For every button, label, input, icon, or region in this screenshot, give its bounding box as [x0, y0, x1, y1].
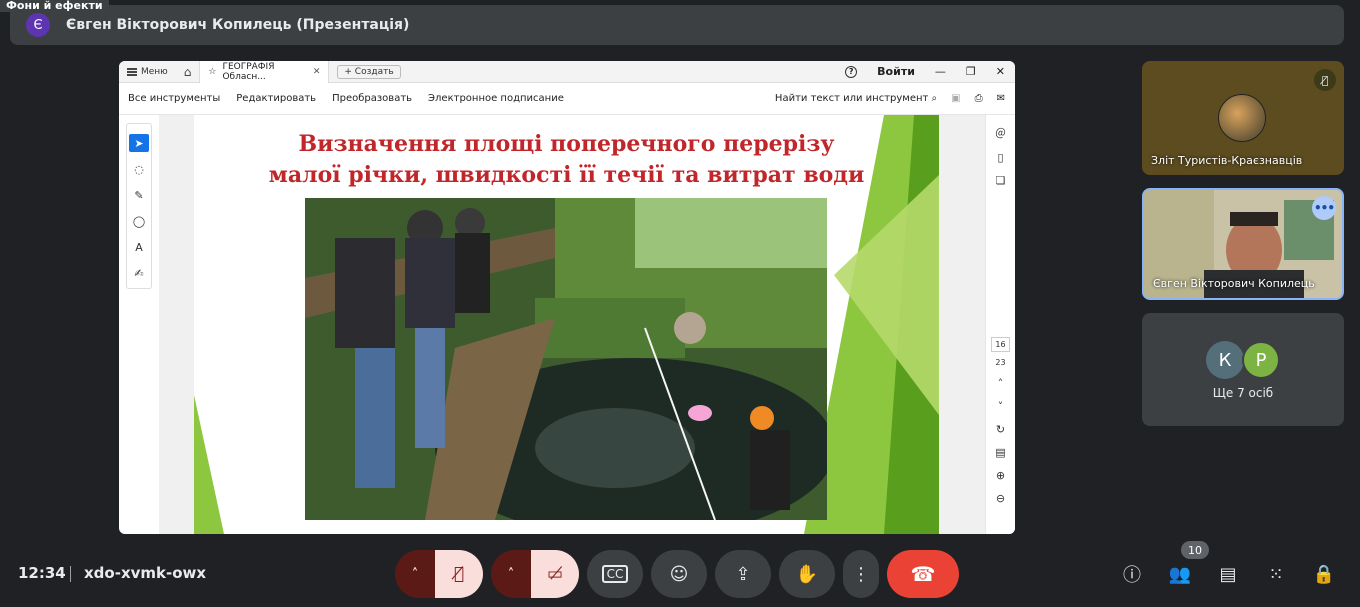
login-button[interactable]: Войти	[877, 65, 915, 78]
info-icon[interactable]: ⓘ	[1120, 562, 1144, 586]
sign-tool-icon[interactable]: ✍	[129, 264, 149, 282]
river-photo-illustration	[305, 198, 827, 520]
avatar	[1218, 94, 1266, 142]
slide-title-line1: Визначення площі поперечного перерізу	[298, 131, 835, 157]
chevron-down-icon[interactable]: ˅	[998, 400, 1004, 413]
chevron-up-icon[interactable]: ˄	[998, 377, 1004, 390]
maximize-icon[interactable]: ❐	[966, 65, 976, 78]
avatar: Р	[1242, 341, 1280, 379]
emoji-icon: ☺	[669, 563, 689, 585]
avatar: К	[1206, 341, 1244, 379]
create-button[interactable]: + Создать	[337, 64, 401, 79]
raise-hand-button[interactable]: ✋	[779, 550, 835, 598]
select-tool-icon[interactable]: ➤	[129, 134, 149, 152]
toolbar-right: Найти текст или инструмент ⌕ ▣ ⎙ ✉	[775, 93, 1015, 104]
shared-screen: Меню ⌂ ☆ ГЕОГРАФІЯ Обласн... ✕ + Создать…	[119, 61, 1015, 534]
star-icon[interactable]: ☆	[208, 67, 216, 77]
captions-button[interactable]: CC	[587, 550, 643, 598]
meeting-code: xdo-xvmk-owx	[84, 564, 207, 582]
hangup-icon: ☎	[910, 562, 936, 586]
participant-tile[interactable]: 🎙̸ Зліт Туристів-Краєзнавців	[1142, 61, 1344, 175]
presenter-bar: Є Євген Вікторович Копилець (Презентація…	[10, 5, 1344, 45]
pen-tool-icon[interactable]: ✎	[129, 186, 149, 204]
captions-icon: CC	[601, 565, 629, 583]
hamburger-icon	[127, 67, 137, 76]
close-window-icon[interactable]: ✕	[996, 65, 1005, 78]
mic-options-chevron-icon[interactable]: ˄	[395, 550, 435, 598]
host-controls-icon[interactable]: 🔒	[1312, 562, 1336, 586]
edit-link[interactable]: Редактировать	[236, 93, 316, 104]
slide-photo	[305, 198, 827, 520]
mic-off-icon: 🎙̸	[1314, 69, 1336, 91]
minimize-icon[interactable]: —	[935, 65, 946, 78]
comment-icon[interactable]: ＠	[995, 125, 1006, 141]
present-button[interactable]: ⇪	[715, 550, 771, 598]
find-label: Найти текст или инструмент	[774, 93, 929, 104]
people-icon[interactable]: 👥	[1168, 562, 1192, 586]
print-icon[interactable]: ⎙	[975, 93, 983, 104]
avatar-group: К Р	[1206, 341, 1280, 379]
mail-icon[interactable]: ✉	[997, 93, 1005, 104]
pages-icon[interactable]: ❏	[996, 174, 1006, 187]
find-field[interactable]: Найти текст или инструмент ⌕	[775, 93, 937, 104]
annotation-toolbar: ➤ ◌ ✎ ◯ A ✍	[126, 123, 152, 289]
presentation-slide: Визначення площі поперечного перерізу ма…	[194, 115, 939, 534]
mic-control: ˄ 🎙̸	[395, 550, 483, 598]
divider	[70, 566, 71, 582]
participant-name: Євген Вікторович Копилець	[1153, 277, 1315, 290]
mic-off-button[interactable]: 🎙̸	[435, 550, 483, 598]
participant-tile-video[interactable]: ••• Євген Вікторович Копилець	[1142, 188, 1344, 300]
menu-label: Меню	[141, 66, 168, 77]
right-rail: ＠ ▯ ❏ 16 23 ˄ ˅ ↻ ▤ ⊕ ⊖	[985, 115, 1015, 534]
menu-button[interactable]: Меню	[119, 67, 176, 77]
slide-title: Визначення площі поперечного перерізу ма…	[194, 129, 939, 191]
people-count-badge: 10	[1181, 541, 1209, 559]
search-icon: ⌕	[931, 93, 938, 104]
create-label: Создать	[354, 66, 394, 77]
window-controls: ? Войти — ❐ ✕	[845, 65, 1015, 78]
all-tools-link[interactable]: Все инструменты	[128, 93, 220, 104]
home-icon[interactable]: ⌂	[176, 65, 200, 79]
participant-name: Зліт Туристів-Краєзнавців	[1151, 154, 1303, 167]
activities-icon[interactable]: ⁙	[1264, 562, 1288, 586]
more-people-label: Ще 7 осіб	[1212, 386, 1274, 400]
file-icon[interactable]: ▤	[995, 446, 1005, 459]
hand-icon: ✋	[795, 563, 819, 585]
bookmark-icon[interactable]: ▯	[997, 151, 1003, 164]
document-tab[interactable]: ☆ ГЕОГРАФІЯ Обласн... ✕	[199, 61, 330, 83]
zoom-out-icon[interactable]: ⊖	[996, 492, 1005, 505]
camera-options-chevron-icon[interactable]: ˄	[491, 550, 531, 598]
camera-control: ˄ ▭̸	[491, 550, 579, 598]
present-icon: ⇪	[735, 563, 751, 585]
lasso-tool-icon[interactable]: ◯	[129, 212, 149, 230]
refresh-icon[interactable]: ↻	[996, 423, 1005, 436]
page-total: 23	[995, 358, 1006, 367]
save-icon[interactable]: ▣	[951, 93, 960, 104]
more-options-button[interactable]: ⋮	[843, 550, 879, 598]
more-vert-icon: ⋮	[852, 563, 870, 585]
meet-window: Фони й ефекти Є Євген Вікторович Копилец…	[0, 0, 1360, 607]
presenter-avatar: Є	[26, 13, 50, 37]
presenter-title: Євген Вікторович Копилець (Презентація)	[66, 17, 410, 33]
text-tool-icon[interactable]: A	[129, 238, 149, 256]
help-icon[interactable]: ?	[845, 65, 858, 78]
page-current[interactable]: 16	[991, 337, 1010, 352]
chat-icon[interactable]: ▤	[1216, 562, 1240, 586]
more-options-icon[interactable]: •••	[1312, 196, 1336, 220]
convert-link[interactable]: Преобразовать	[332, 93, 412, 104]
more-participants-tile[interactable]: К Р Ще 7 осіб	[1142, 313, 1344, 426]
viewer-titlebar: Меню ⌂ ☆ ГЕОГРАФІЯ Обласн... ✕ + Создать…	[119, 61, 1015, 83]
effects-tooltip: Фони й ефекти	[0, 0, 109, 12]
camera-off-button[interactable]: ▭̸	[531, 550, 579, 598]
zoom-in-icon[interactable]: ⊕	[996, 469, 1005, 482]
esign-link[interactable]: Электронное подписание	[428, 93, 564, 104]
close-icon[interactable]: ✕	[313, 67, 321, 77]
emoji-button[interactable]: ☺	[651, 550, 707, 598]
clock: 12:34	[18, 564, 66, 582]
leave-call-button[interactable]: ☎	[887, 550, 959, 598]
comment-tool-icon[interactable]: ◌	[129, 160, 149, 178]
tab-title: ГЕОГРАФІЯ Обласн...	[222, 61, 275, 82]
slide-title-line2: малої річки, швидкості її течії та витра…	[268, 162, 865, 188]
viewer-toolbar: Все инструменты Редактировать Преобразов…	[119, 83, 1015, 115]
